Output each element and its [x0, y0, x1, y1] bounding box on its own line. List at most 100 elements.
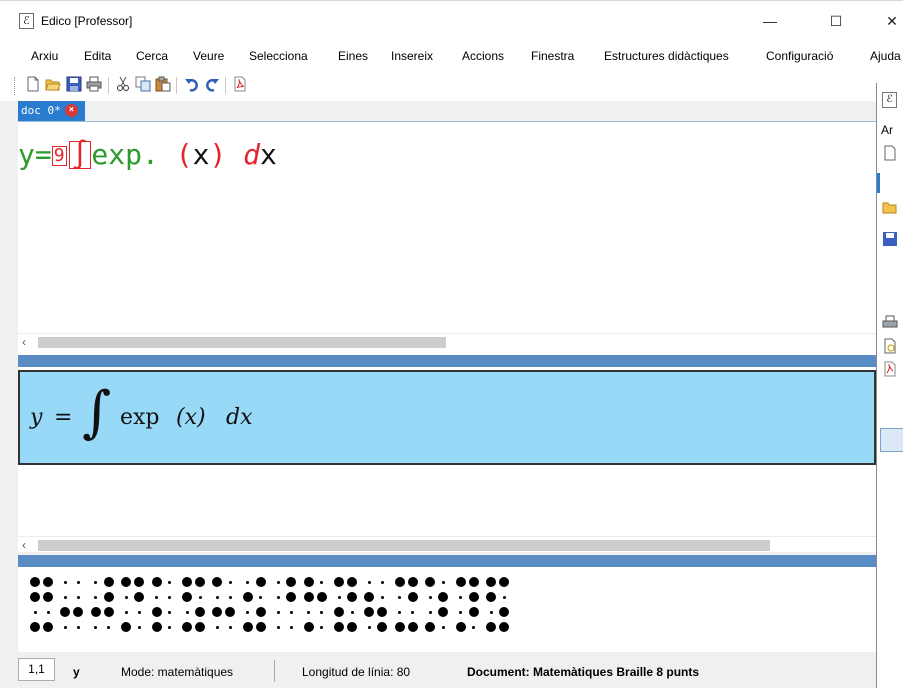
editor-token[interactable]: exp — [91, 138, 142, 171]
braille-cell[interactable] — [58, 574, 88, 634]
braille-dot-empty — [367, 625, 371, 629]
math-editor[interactable]: y= 9 ∫ exp. (x) dx — [18, 121, 876, 355]
editor-token[interactable]: = — [35, 138, 52, 171]
editor-token[interactable]: d — [243, 138, 260, 171]
app-icon: ℰ — [19, 13, 34, 29]
braille-cell[interactable] — [119, 574, 149, 634]
app-icon: ℰ — [882, 92, 897, 108]
braille-cell[interactable] — [271, 574, 301, 634]
editor-token[interactable]: x — [260, 138, 277, 171]
editor-horizontal-scrollbar[interactable]: ‹ — [18, 333, 876, 349]
close-button[interactable]: ✕ — [882, 12, 902, 30]
menu-estructures-didactiques[interactable]: Estructures didàctiques — [604, 49, 729, 63]
braille-cell[interactable] — [332, 574, 362, 634]
paste-icon[interactable] — [155, 76, 171, 92]
braille-dot-raised — [499, 607, 509, 617]
open-folder-icon[interactable] — [882, 199, 898, 215]
scroll-left-arrow[interactable]: ‹ — [22, 335, 26, 349]
toolbar-grip[interactable] — [14, 77, 17, 95]
menu-eines[interactable]: Eines — [338, 49, 368, 63]
cut-icon[interactable] — [115, 76, 131, 92]
editor-token[interactable]: y — [18, 138, 35, 171]
editor-token[interactable] — [159, 138, 176, 171]
menu-cerca[interactable]: Cerca — [136, 49, 168, 63]
print-icon[interactable] — [882, 315, 898, 331]
braille-cell[interactable] — [89, 574, 119, 634]
editor-token[interactable]: x — [193, 138, 210, 171]
menu-edita[interactable]: Edita — [84, 49, 111, 63]
braille-dot-empty — [441, 625, 445, 629]
print-icon[interactable] — [86, 76, 102, 92]
editor-token[interactable]: 9 — [51, 146, 67, 166]
scrollbar-thumb[interactable] — [38, 337, 446, 348]
toolbar-separator — [108, 77, 109, 94]
editor-token[interactable]: ( — [176, 138, 193, 171]
menu-veure[interactable]: Veure — [193, 49, 224, 63]
braille-dot-empty — [320, 580, 324, 584]
braille-cell[interactable] — [484, 574, 514, 634]
redo-icon[interactable] — [204, 76, 220, 92]
braille-dot-raised — [195, 577, 205, 587]
editor-token[interactable]: ∫ — [68, 141, 92, 169]
preview-horizontal-scrollbar[interactable]: ‹ — [18, 536, 876, 552]
background-window[interactable]: ℰ Ar — [876, 83, 903, 688]
menu-arxiu[interactable]: Ar — [881, 123, 893, 137]
braille-dot-empty — [246, 610, 250, 614]
braille-dot-empty — [155, 595, 159, 599]
minimize-button[interactable]: — — [760, 12, 780, 30]
pane-splitter[interactable] — [18, 555, 876, 567]
braille-dot-raised — [255, 607, 266, 617]
braille-cell[interactable] — [362, 574, 392, 634]
editor-token[interactable] — [226, 138, 243, 171]
menu-configuracio[interactable]: Configuració — [766, 49, 833, 63]
braille-dot-empty — [246, 580, 250, 584]
scroll-left-arrow[interactable]: ‹ — [22, 538, 26, 552]
braille-dot-raised — [255, 622, 266, 632]
braille-cell[interactable] — [180, 574, 210, 634]
pdf-icon[interactable] — [882, 361, 898, 377]
tab-label: doc 0* — [21, 104, 61, 117]
braille-cell[interactable] — [454, 574, 484, 634]
undo-icon[interactable] — [184, 76, 200, 92]
braille-dot-empty — [472, 625, 476, 629]
save-icon[interactable] — [66, 76, 82, 92]
menu-selecciona[interactable]: Selecciona — [249, 49, 308, 63]
print-preview-icon[interactable] — [882, 338, 898, 354]
braille-dot-raised — [195, 607, 205, 617]
pane-splitter[interactable] — [18, 355, 876, 367]
braille-pane[interactable] — [18, 567, 876, 652]
menu-insereix[interactable]: Insereix — [391, 49, 433, 63]
braille-dot-raised — [212, 577, 223, 587]
menu-finestra[interactable]: Finestra — [531, 49, 574, 63]
braille-cell[interactable] — [210, 574, 240, 634]
braille-dot-raised — [334, 622, 344, 632]
open-folder-icon[interactable] — [45, 76, 61, 92]
menu-arxiu[interactable]: Arxiu — [31, 49, 58, 63]
braille-cell[interactable] — [393, 574, 423, 634]
scrollbar-thumb[interactable] — [38, 540, 770, 551]
tab-doc-0[interactable]: doc 0* × — [18, 101, 85, 121]
braille-dot-empty — [215, 595, 219, 599]
close-tab-icon[interactable]: × — [65, 104, 78, 117]
braille-cell[interactable] — [302, 574, 332, 634]
editor-token[interactable]: . — [142, 138, 159, 171]
maximize-button[interactable]: ☐ — [826, 12, 846, 30]
new-document-icon[interactable] — [25, 76, 41, 92]
braille-dot-raised — [438, 592, 449, 602]
new-document-icon[interactable] — [882, 145, 898, 161]
braille-dot-empty — [398, 595, 402, 599]
menu-accions[interactable]: Accions — [462, 49, 504, 63]
braille-cell[interactable] — [28, 574, 58, 634]
editor-text[interactable]: y= 9 ∫ exp. (x) dx — [18, 138, 277, 172]
pdf-icon[interactable] — [232, 76, 248, 92]
menu-ajuda[interactable]: Ajuda — [870, 49, 901, 63]
braille-cell[interactable] — [241, 574, 271, 634]
highlighted-item[interactable] — [880, 428, 903, 452]
braille-cell[interactable] — [423, 574, 453, 634]
save-icon[interactable] — [882, 231, 898, 247]
copy-icon[interactable] — [135, 76, 151, 92]
editor-token[interactable]: ) — [209, 138, 226, 171]
braille-dot-empty — [411, 610, 415, 614]
braille-cell[interactable] — [150, 574, 180, 634]
braille-dot-empty — [124, 595, 128, 599]
